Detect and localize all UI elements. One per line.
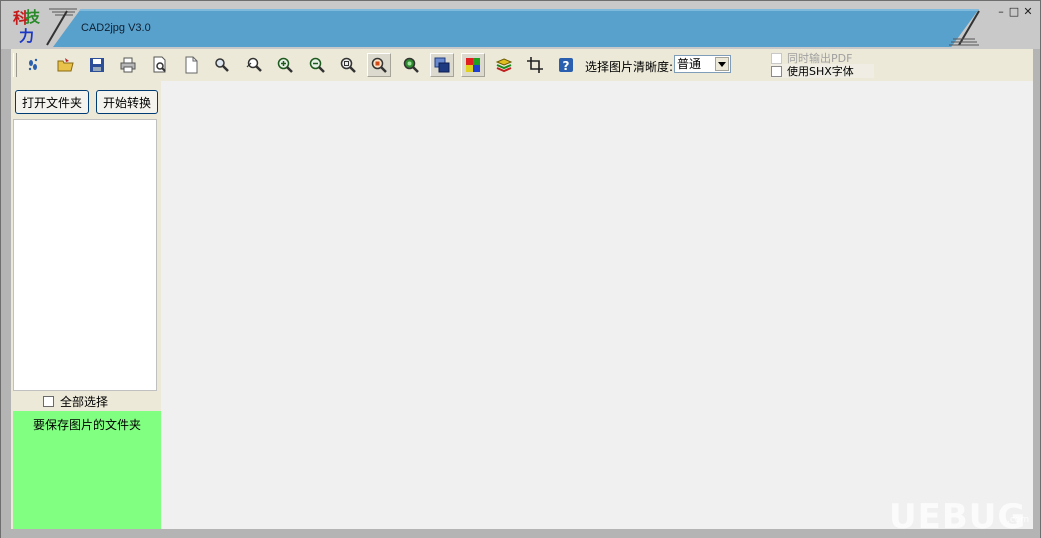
output-pdf-checkbox[interactable]	[771, 52, 782, 64]
zoom-out-button[interactable]	[305, 53, 329, 77]
zoom-all-button[interactable]	[399, 53, 423, 77]
save-button[interactable]	[85, 53, 109, 77]
clarity-select-value: 普通	[677, 57, 702, 71]
maximize-button[interactable]: □	[1008, 6, 1020, 17]
select-all-option[interactable]: 全部选择	[13, 393, 117, 409]
print-preview-button[interactable]	[148, 53, 172, 77]
title-decoration-right	[949, 10, 980, 46]
preview-canvas[interactable]	[161, 81, 1033, 529]
clarity-label: 选择图片清晰度:	[585, 60, 674, 74]
toolbar: ? 选择图片清晰度: 普通	[11, 49, 1033, 81]
page-button[interactable]	[179, 53, 203, 77]
logo-char-3: 力	[19, 27, 35, 45]
left-panel: 打开文件夹 开始转换 全部选择 要保存图片的文件夹	[11, 81, 161, 529]
print-button[interactable]	[116, 53, 140, 77]
zoom-all-icon	[403, 57, 419, 73]
use-shx-checkbox[interactable]	[771, 65, 782, 77]
copy-window-icon	[434, 57, 450, 73]
zoom-out-icon	[309, 57, 325, 73]
save-folder-area[interactable]: 要保存图片的文件夹	[13, 411, 161, 529]
help-button[interactable]: ?	[554, 53, 578, 77]
magnify-icon	[215, 58, 229, 72]
app-window: 科 技 力 CAD2jpg V3.0 – □ ✕ ? 选择图片清晰度: 普通 同…	[0, 0, 1041, 538]
logo-char-2: 技	[25, 8, 41, 26]
svg-text:?: ?	[563, 59, 570, 73]
select-all-checkbox[interactable]	[43, 395, 54, 407]
select-all-label: 全部选择	[60, 394, 109, 409]
chevron-down-icon[interactable]	[715, 57, 729, 71]
frame-right	[1033, 49, 1040, 529]
color-palette-icon	[466, 58, 480, 72]
zoom-in-icon	[277, 57, 293, 73]
open-folder-text-button[interactable]: 打开文件夹	[15, 90, 89, 114]
color-palette-button[interactable]	[461, 53, 485, 77]
open-folder-button[interactable]	[54, 53, 78, 77]
watermark-text: UEBUG	[889, 497, 1027, 537]
title-band	[53, 9, 979, 47]
print-preview-icon	[153, 56, 166, 73]
print-icon	[120, 57, 136, 73]
minimize-button[interactable]: –	[995, 6, 1007, 17]
frame-bottom	[1, 529, 1040, 538]
page-icon	[185, 56, 198, 74]
zoom-realtime-button[interactable]	[367, 53, 391, 77]
clarity-select[interactable]: 普通	[674, 55, 731, 73]
watermark-suffix: .com	[1007, 515, 1030, 525]
zoom-realtime-icon	[371, 57, 387, 73]
file-list[interactable]	[13, 119, 157, 391]
zoom-window-icon	[246, 57, 262, 72]
use-shx-label: 使用SHX字体	[787, 65, 854, 78]
save-icon	[90, 58, 104, 72]
footprint-icon	[28, 58, 38, 71]
window-title: CAD2jpg V3.0	[81, 22, 151, 34]
help-icon: ?	[559, 58, 573, 73]
save-folder-label: 要保存图片的文件夹	[32, 418, 141, 432]
zoom-extents-icon	[340, 57, 356, 73]
toolbar-grip[interactable]	[13, 53, 17, 77]
zoom-window-button[interactable]	[242, 53, 266, 77]
crop-button[interactable]	[523, 53, 547, 77]
close-button[interactable]: ✕	[1022, 6, 1034, 17]
use-shx-option[interactable]: 使用SHX字体	[771, 64, 874, 78]
magnify-button[interactable]	[210, 53, 234, 77]
zoom-extents-button[interactable]	[336, 53, 360, 77]
title-bar[interactable]: 科 技 力 CAD2jpg V3.0 – □ ✕	[1, 1, 1040, 49]
app-logo: 科 技 力	[5, 5, 49, 47]
copy-window-button[interactable]	[430, 53, 454, 77]
frame-left	[1, 49, 11, 529]
layers-icon	[495, 58, 513, 73]
start-convert-button[interactable]: 开始转换	[96, 90, 158, 114]
crop-icon	[527, 57, 543, 73]
open-folder-icon	[57, 58, 74, 72]
footprint-button[interactable]	[21, 53, 45, 77]
layers-button[interactable]	[492, 53, 516, 77]
zoom-in-button[interactable]	[273, 53, 297, 77]
